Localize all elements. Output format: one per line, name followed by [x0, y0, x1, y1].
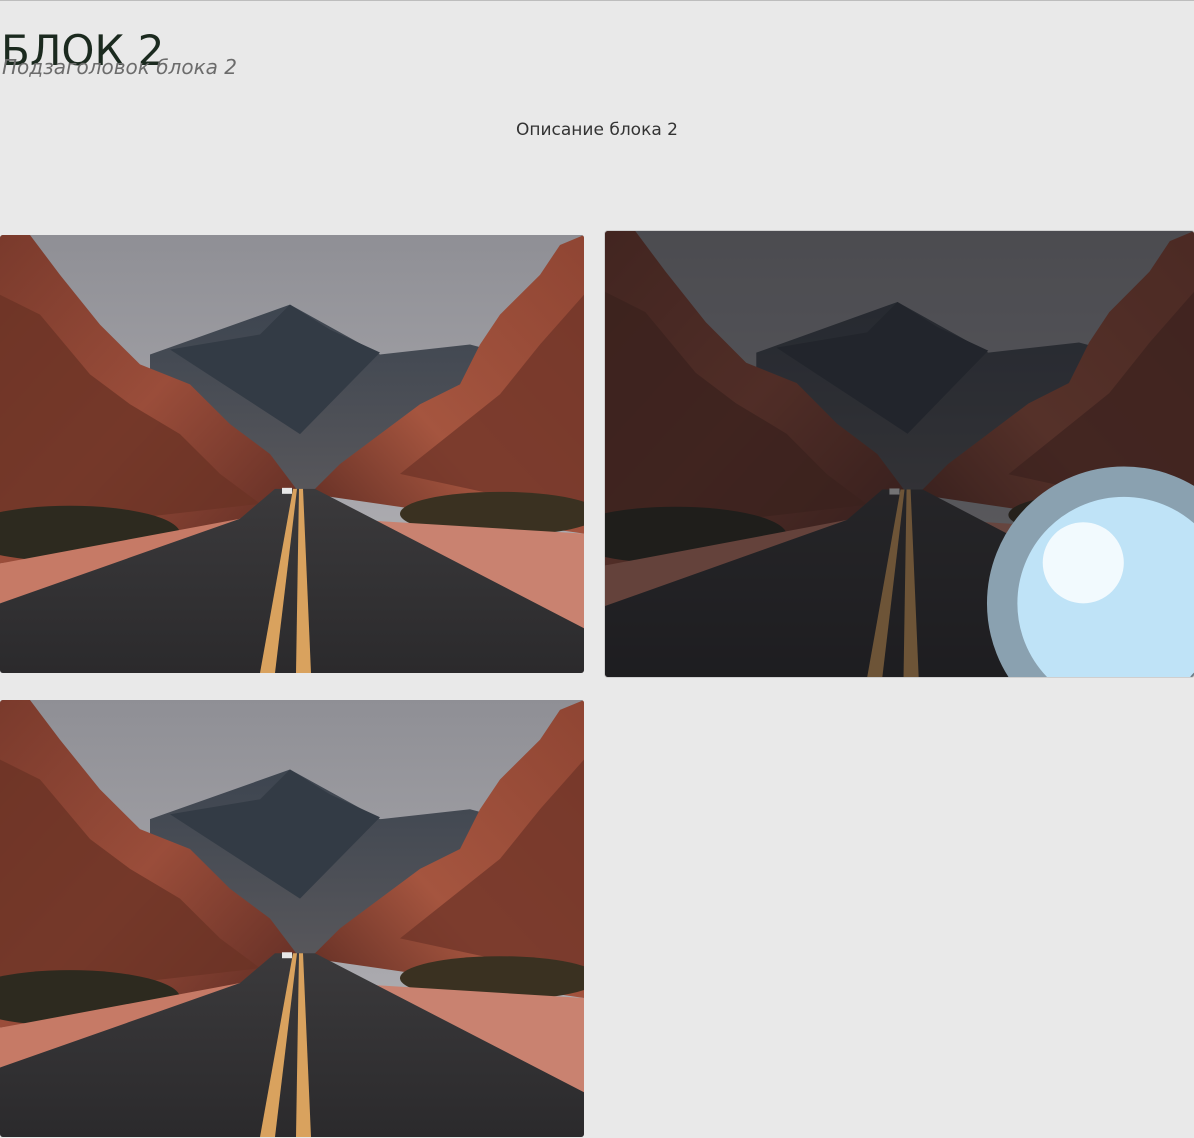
magnifier-icon[interactable] — [880, 431, 1194, 677]
road-canyon-photo — [0, 235, 584, 673]
gallery-image-3[interactable] — [0, 700, 584, 1137]
block-subtitle: Подзаголовок блока 2 — [2, 55, 237, 79]
gallery-image-2[interactable] — [605, 231, 1194, 677]
gallery-image-1[interactable] — [0, 235, 584, 673]
block-description: Описание блока 2 — [516, 120, 678, 140]
top-divider — [0, 0, 1194, 1]
road-canyon-photo — [0, 700, 584, 1137]
